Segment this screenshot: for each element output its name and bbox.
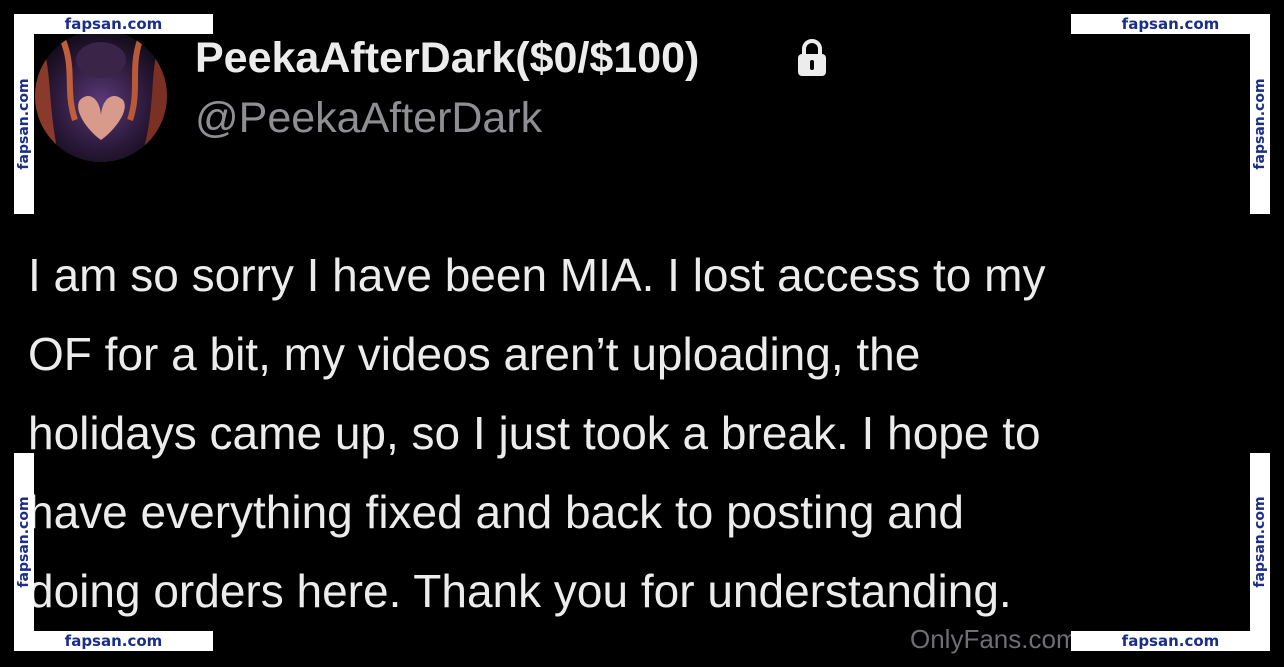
watermark-top-left: fapsan.com: [14, 14, 213, 34]
watermark-right-upper: fapsan.com: [1250, 34, 1270, 214]
display-name[interactable]: PeekaAfterDark($0/$100): [195, 32, 699, 84]
lock-icon: [798, 39, 826, 76]
post-body-line: holidays came up, so I just took a break…: [28, 407, 1041, 459]
post-body-line: doing orders here. Thank you for underst…: [28, 565, 1012, 617]
watermark-bottom-right: fapsan.com: [1071, 631, 1270, 651]
watermark-left-lower: fapsan.com: [14, 453, 34, 631]
post-body: I am so sorry I have been MIA. I lost ac…: [28, 236, 1248, 631]
post-body-line: OF for a bit, my videos aren’t uploading…: [28, 328, 921, 380]
avatar[interactable]: [35, 30, 167, 162]
watermark-right-lower: fapsan.com: [1250, 453, 1270, 631]
post-body-line: have everything fixed and back to postin…: [28, 486, 964, 538]
watermark-top-right: fapsan.com: [1071, 14, 1270, 34]
handle[interactable]: @PeekaAfterDark: [195, 92, 542, 144]
post-body-line: I am so sorry I have been MIA. I lost ac…: [28, 249, 1046, 301]
source-label: OnlyFans.com: [910, 624, 1078, 654]
watermark-left-upper: fapsan.com: [14, 34, 34, 214]
watermark-bottom-left: fapsan.com: [14, 631, 213, 651]
avatar-image: [35, 30, 167, 162]
post-card: PeekaAfterDark($0/$100) @PeekaAfterDark …: [0, 0, 1284, 667]
